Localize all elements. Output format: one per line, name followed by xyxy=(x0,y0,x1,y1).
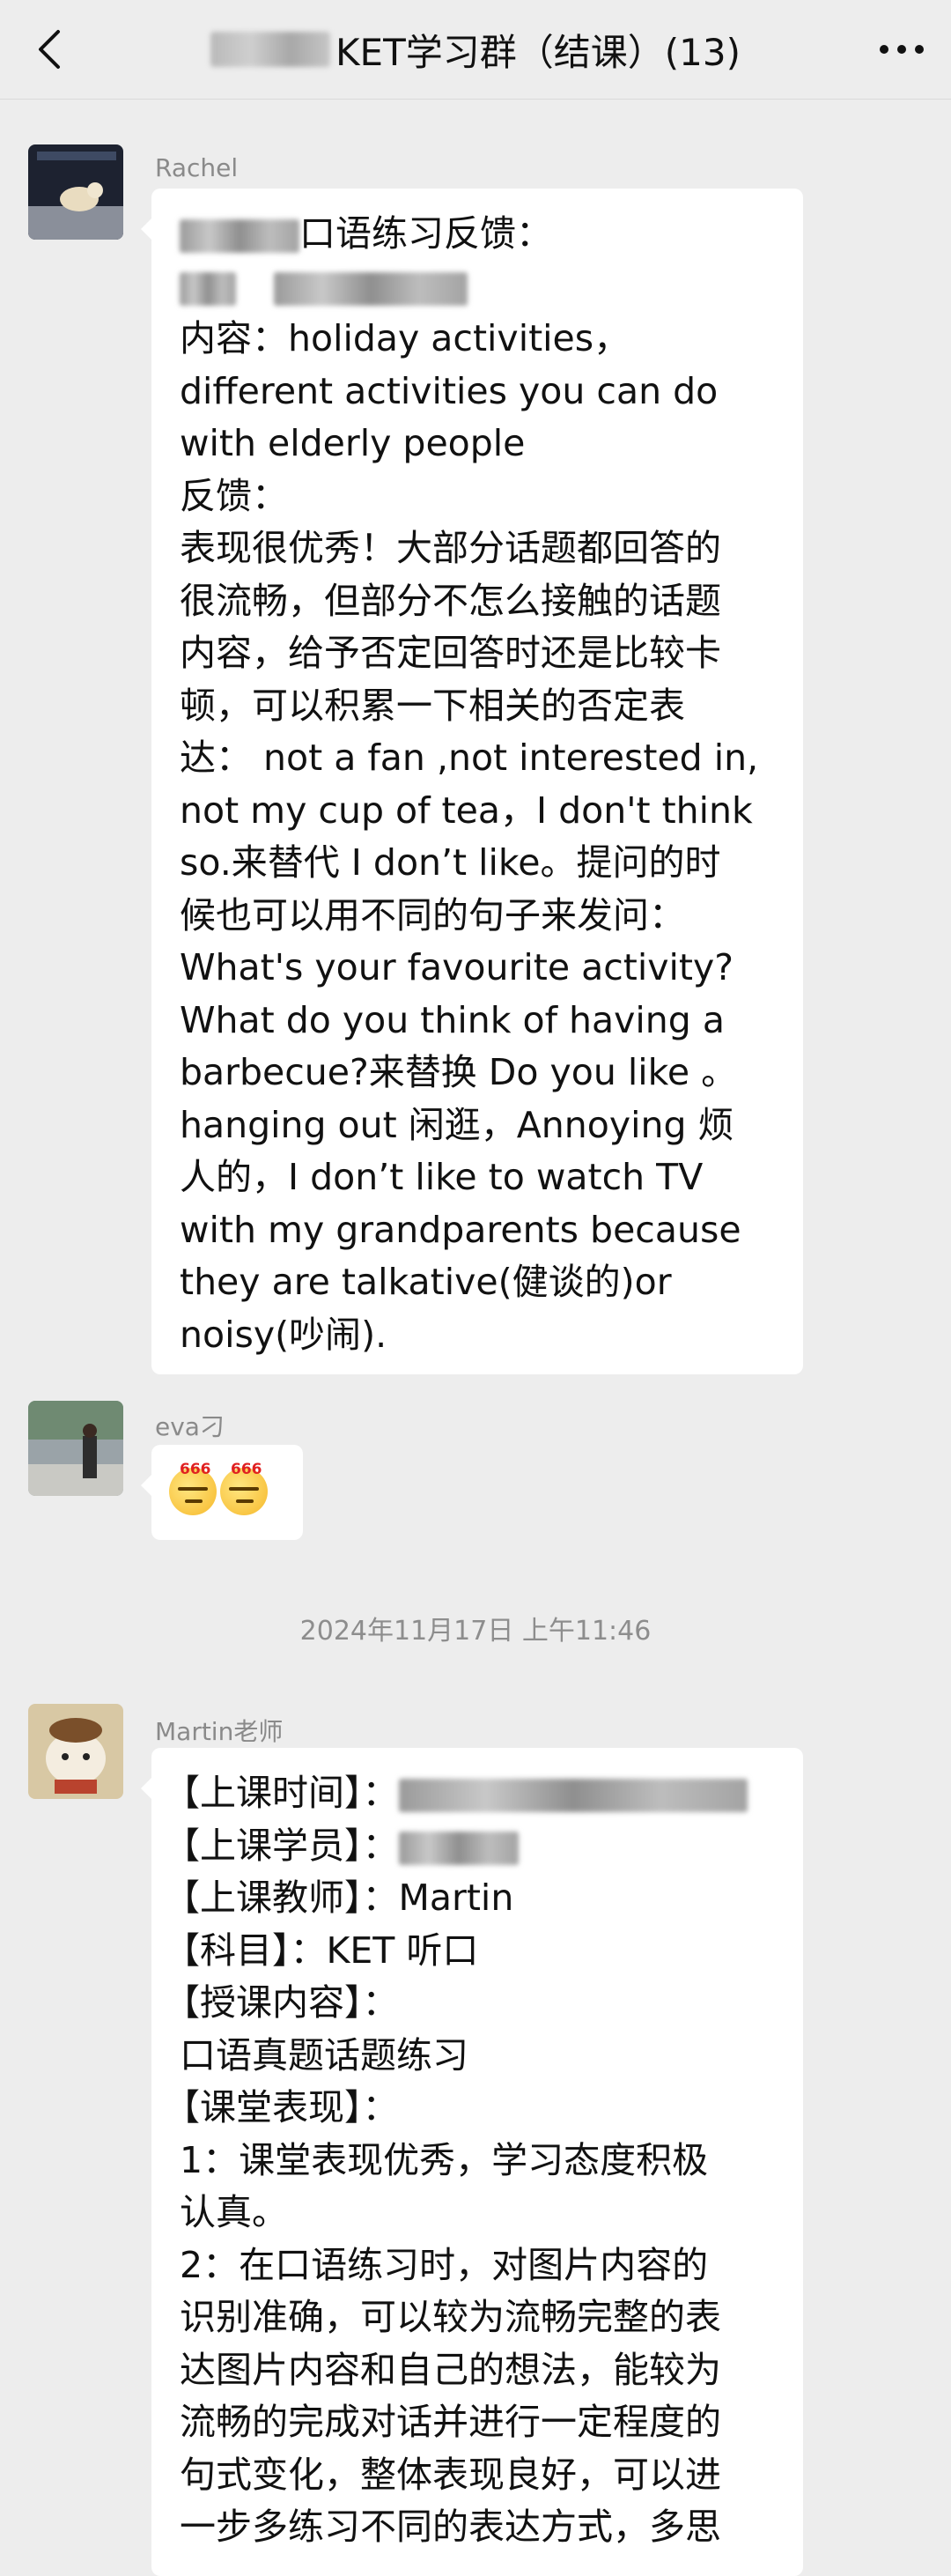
message-line: not my cup of tea，I don't think xyxy=(180,788,753,832)
message-line: 一步多练习不同的表达方式，多思 xyxy=(180,2506,721,2548)
message-line: 表现很优秀！大部分话题都回答的 xyxy=(180,527,721,569)
message-line: 很流畅，但部分不怎么接触的话题 xyxy=(180,579,721,622)
message-bubble[interactable]: 【上课时间】： 【上课学员】： 【上课教师】：Martin 【科目】：KET 听… xyxy=(141,1748,803,2576)
avatar-eva[interactable] xyxy=(28,1401,123,1496)
message-line: 人的，I don’t like to watch TV xyxy=(180,1156,704,1198)
message-line: 顿，可以积累一下相关的否定表 xyxy=(180,684,685,727)
message-line: different activities you can do xyxy=(180,369,719,412)
message-bubble[interactable]: 口语练习反馈： 内容：holiday activities， different… xyxy=(141,189,803,1374)
emoji-666-icon: 666 xyxy=(169,1461,217,1515)
redacted-name xyxy=(398,1831,519,1865)
message-line: 1：课堂表现优秀，学习态度积极 xyxy=(180,2138,709,2181)
message-line: hanging out 闲逛，Annoying 烦 xyxy=(180,1103,734,1146)
timestamp: 2024年11月17日 上午11:46 xyxy=(299,1616,652,1647)
chat-header: KET学习群（结课）(13) xyxy=(0,0,951,100)
avatar-rachel[interactable] xyxy=(28,144,123,240)
message-line: 【上课教师】：Martin xyxy=(164,1876,514,1919)
emoji-666-icon: 666 xyxy=(220,1461,268,1515)
message-line: 流畅的完成对话并进行一定程度的 xyxy=(180,2401,721,2443)
message-line: 【课堂表现】： xyxy=(164,2086,399,2128)
message-line: 【科目】：KET 听口 xyxy=(164,1928,479,1972)
redacted-name xyxy=(210,32,331,67)
redacted-name xyxy=(180,219,299,253)
avatar-martin[interactable] xyxy=(28,1704,123,1799)
message-line: 内容：holiday activities， xyxy=(180,317,630,359)
message-line: 识别准确，可以较为流畅完整的表 xyxy=(180,2296,721,2338)
chat-title-text: KET学习群（结课）(13) xyxy=(335,30,741,74)
message-line: 【授课内容】： xyxy=(164,1981,399,2024)
message-line: 内容，给予否定回答时还是比较卡 xyxy=(180,632,721,674)
message-line: 候也可以用不同的句子来发问： xyxy=(180,893,685,936)
message-bubble[interactable]: 666 666 xyxy=(141,1445,303,1540)
message-line: 2：在口语练习时，对图片内容的 xyxy=(180,2243,709,2286)
message-line: What do you think of having a xyxy=(180,998,725,1041)
message-line: so.来替代 I don’t like。提问的时 xyxy=(180,841,721,884)
more-button[interactable] xyxy=(875,23,928,76)
message-line: they are talkative(健谈的)or xyxy=(180,1261,672,1303)
message-line: 认真。 xyxy=(180,2191,288,2233)
message-line: 句式变化，整体表现良好，可以进 xyxy=(180,2453,721,2496)
redacted-date xyxy=(398,1779,748,1812)
message-line: with my grandparents because xyxy=(180,1208,741,1251)
message-line: 【上课学员】： xyxy=(164,1820,777,1873)
message-line: barbecue?来替换 Do you like 。 xyxy=(180,1051,738,1093)
message-line: 口语真题话题练习 xyxy=(180,2033,468,2076)
message-line: 口语练习反馈： xyxy=(180,208,777,261)
chat-title: KET学习群（结课）(13) xyxy=(0,0,951,99)
message-line: 达图片内容和自己的想法，能较为 xyxy=(180,2348,721,2391)
sender-name: eva刁 xyxy=(155,1412,225,1441)
message-line: What's your favourite activity? xyxy=(180,946,734,988)
message-line: 达： not a fan ,not interested in, xyxy=(180,737,759,779)
message-line: 反馈： xyxy=(180,474,288,517)
message-line: noisy(吵闹). xyxy=(180,1313,387,1356)
message-line: 【上课时间】： xyxy=(164,1767,777,1820)
more-dots-icon xyxy=(880,45,924,54)
message-line: with elderly people xyxy=(180,422,526,464)
sender-name: Martin老师 xyxy=(155,1717,284,1746)
sender-name: Rachel xyxy=(155,153,239,182)
message-line-redacted xyxy=(180,261,777,314)
